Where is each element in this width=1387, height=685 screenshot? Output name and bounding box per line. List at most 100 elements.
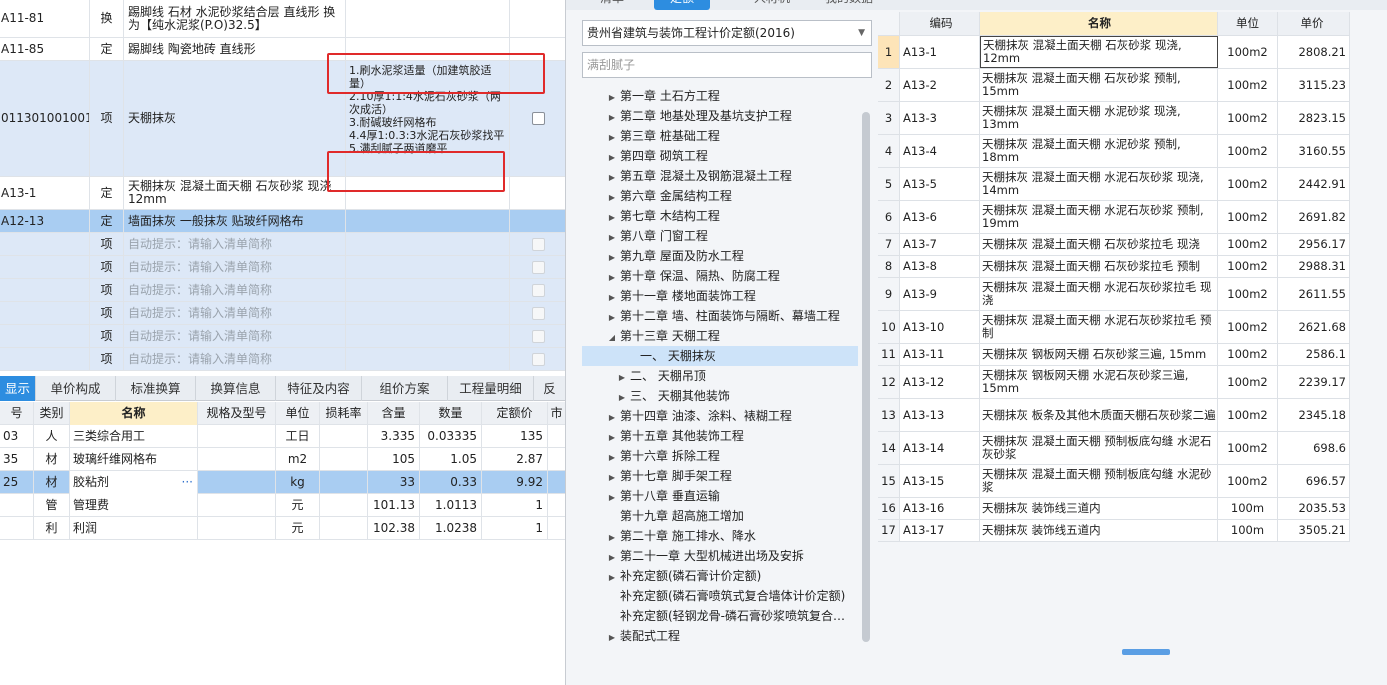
- expand-arrow-icon[interactable]: ▶: [614, 368, 630, 386]
- tree-item[interactable]: ▶ 第十一章 楼地面装饰工程: [582, 286, 858, 306]
- expand-arrow-icon[interactable]: ▶: [604, 628, 620, 646]
- panel-resize-handle[interactable]: [1122, 649, 1170, 655]
- resource-row[interactable]: 25 材胶粘剂 ··· kg 33 0.33 9.92: [0, 471, 565, 494]
- column-header-quantity[interactable]: 数量: [420, 402, 482, 425]
- column-header-price[interactable]: 定额价: [482, 402, 548, 425]
- column-header-unit[interactable]: 单位: [1218, 12, 1278, 35]
- detail-tab[interactable]: 工程量明细: [448, 376, 534, 401]
- column-header-name[interactable]: 名称: [980, 12, 1218, 35]
- tree-item[interactable]: ▶ 第三章 桩基础工程: [582, 126, 858, 146]
- bill-row[interactable]: 011301001001 项天棚抹灰 1.刷水泥浆适量（加建筑胶适量） 2.10厚1…: [0, 61, 565, 177]
- tree-item[interactable]: ▶ 第十七章 脚手架工程: [582, 466, 858, 486]
- resource-row[interactable]: 利利润 元 102.38 1.0238 1: [0, 517, 565, 540]
- bill-name[interactable]: 墙面抹灰 一般抹灰 贴玻纤网格布: [124, 210, 346, 232]
- tree-item[interactable]: ▶ 第二十章 施工排水、降水: [582, 526, 858, 546]
- bill-features[interactable]: [346, 233, 510, 255]
- tree-item[interactable]: ▶ 第十章 保温、隔热、防腐工程: [582, 266, 858, 286]
- expand-arrow-icon[interactable]: ▶: [604, 288, 620, 306]
- expand-arrow-icon[interactable]: ▶: [604, 88, 620, 106]
- bill-features[interactable]: [346, 38, 510, 60]
- bill-name[interactable]: 自动提示：请输入清单简称: [124, 302, 346, 324]
- expand-arrow-icon[interactable]: ▶: [604, 568, 620, 586]
- bill-row[interactable]: 项自动提示：请输入清单简称: [0, 256, 565, 279]
- bill-features[interactable]: [346, 325, 510, 347]
- expand-arrow-icon[interactable]: ▶: [604, 488, 620, 506]
- tree-scrollbar[interactable]: [860, 80, 872, 655]
- tree-item[interactable]: 补充定额(磷石膏喷筑式复合墙体计价定额): [582, 586, 858, 606]
- tree-item[interactable]: ▶ 第八章 门窗工程: [582, 226, 858, 246]
- bill-name[interactable]: 自动提示：请输入清单简称: [124, 256, 346, 278]
- bill-features[interactable]: [346, 256, 510, 278]
- bill-row[interactable]: A12-13 定墙面抹灰 一般抹灰 贴玻纤网格布: [0, 210, 565, 233]
- panel-tab[interactable]: 清单: [584, 0, 640, 10]
- bill-features[interactable]: [346, 0, 510, 37]
- quota-row[interactable]: 13 A13-13 天棚抹灰 板条及其他木质面天棚石灰砂浆二遍 100m2 2345.1…: [878, 399, 1350, 432]
- tree-item[interactable]: ▶ 第九章 屋面及防水工程: [582, 246, 858, 266]
- bill-name[interactable]: 自动提示：请输入清单简称: [124, 325, 346, 347]
- panel-tab[interactable]: 我的数据: [812, 0, 886, 10]
- bill-name[interactable]: 自动提示：请输入清单简称: [124, 348, 346, 370]
- quota-row[interactable]: 2 A13-2 天棚抹灰 混凝土面天棚 石灰砂浆 预制, 15mm 100m2 3115…: [878, 69, 1350, 102]
- quota-row[interactable]: 10 A13-10 天棚抹灰 混凝土面天棚 水泥石灰砂浆拉毛 预制 100m2 2621…: [878, 311, 1350, 344]
- tree-item[interactable]: ◢ 第十三章 天棚工程: [582, 326, 858, 346]
- expand-arrow-icon[interactable]: ▶: [604, 448, 620, 466]
- quota-row[interactable]: 9 A13-9 天棚抹灰 混凝土面天棚 水泥石灰砂浆拉毛 现浇 100m2 2611.5…: [878, 278, 1350, 311]
- checkbox[interactable]: [531, 306, 545, 320]
- tree-item[interactable]: ▶ 第七章 木结构工程: [582, 206, 858, 226]
- bill-row[interactable]: 项自动提示：请输入清单简称: [0, 279, 565, 302]
- tree-item[interactable]: ▶ 第十五章 其他装饰工程: [582, 426, 858, 446]
- panel-tab[interactable]: 人材机: [744, 0, 800, 10]
- detail-tab[interactable]: 标准换算: [116, 376, 196, 401]
- tree-item[interactable]: ▶ 补充定额(磷石膏计价定额): [582, 566, 858, 586]
- column-header-unit[interactable]: 单位: [276, 402, 320, 425]
- checkbox[interactable]: [531, 352, 545, 366]
- bill-name[interactable]: 天棚抹灰: [124, 61, 346, 176]
- expand-arrow-icon[interactable]: ▶: [604, 428, 620, 446]
- expand-arrow-icon[interactable]: ▶: [604, 408, 620, 426]
- quota-row[interactable]: 11 A13-11 天棚抹灰 钢板网天棚 石灰砂浆三遍, 15mm 100m2 2586…: [878, 344, 1350, 366]
- expand-arrow-icon[interactable]: ▶: [604, 208, 620, 226]
- checkbox[interactable]: [531, 112, 545, 125]
- tree-item[interactable]: ▶ 第一章 土石方工程: [582, 86, 858, 106]
- bill-features[interactable]: 1.刷水泥浆适量（加建筑胶适量） 2.10厚1:1:4水泥石灰砂浆（两次成活） …: [346, 61, 510, 176]
- column-header-category[interactable]: 类别: [34, 402, 70, 425]
- bill-name[interactable]: 自动提示：请输入清单简称: [124, 279, 346, 301]
- bill-features[interactable]: [346, 210, 510, 232]
- bill-row[interactable]: A11-81 换踢脚线 石材 水泥砂浆结合层 直线形 换为【纯水泥浆(P.O)32…: [0, 0, 565, 38]
- quota-row[interactable]: 12 A13-12 天棚抹灰 钢板网天棚 水泥石灰砂浆三遍, 15mm 100m2 22…: [878, 366, 1350, 399]
- expand-arrow-icon[interactable]: ▶: [604, 308, 620, 326]
- quota-row[interactable]: 8 A13-8 天棚抹灰 混凝土面天棚 石灰砂浆拉毛 预制 100m2 2988.31: [878, 256, 1350, 278]
- expand-arrow-icon[interactable]: ▶: [604, 468, 620, 486]
- expand-arrow-icon[interactable]: ▶: [614, 388, 630, 406]
- quota-row[interactable]: 16 A13-16 天棚抹灰 装饰线三道内 100m 2035.53: [878, 498, 1350, 520]
- column-header-price[interactable]: 单价: [1278, 12, 1350, 35]
- tree-item[interactable]: ▶ 装配式工程: [582, 626, 858, 646]
- tree-item[interactable]: 补充定额(轻钢龙骨-磷石膏砂浆喷筑复合…: [582, 606, 858, 626]
- resource-row[interactable]: 03 人三类综合用工 工日 3.335 0.03335 135: [0, 425, 565, 448]
- expand-arrow-icon[interactable]: ▶: [604, 528, 620, 546]
- bill-features[interactable]: [346, 348, 510, 370]
- column-header-loss[interactable]: 损耗率: [320, 402, 368, 425]
- bill-row[interactable]: 项自动提示：请输入清单简称: [0, 348, 565, 371]
- column-header-spec[interactable]: 规格及型号: [198, 402, 276, 425]
- expand-arrow-icon[interactable]: ▶: [604, 228, 620, 246]
- checkbox[interactable]: [531, 260, 545, 274]
- tree-item[interactable]: ▶ 第十八章 垂直运输: [582, 486, 858, 506]
- tree-scrollbar-thumb[interactable]: [862, 112, 870, 642]
- quota-library-dropdown[interactable]: 贵州省建筑与装饰工程计价定额(2016) ▼: [582, 20, 872, 46]
- detail-tab[interactable]: 特征及内容: [276, 376, 362, 401]
- expand-arrow-icon[interactable]: ▶: [604, 548, 620, 566]
- tree-item[interactable]: ▶ 第四章 砌筑工程: [582, 146, 858, 166]
- more-button[interactable]: ···: [182, 471, 193, 493]
- quota-row[interactable]: 15 A13-15 天棚抹灰 混凝土面天棚 预制板底勾缝 水泥砂浆 100m2 696.…: [878, 465, 1350, 498]
- checkbox[interactable]: [531, 329, 545, 343]
- bill-features[interactable]: [346, 302, 510, 324]
- bill-name[interactable]: 自动提示：请输入清单简称: [124, 233, 346, 255]
- expand-arrow-icon[interactable]: ▶: [604, 148, 620, 166]
- quota-row[interactable]: 4 A13-4 天棚抹灰 混凝土面天棚 水泥砂浆 预制, 18mm 100m2 3160…: [878, 135, 1350, 168]
- bill-row[interactable]: A11-85 定踢脚线 陶瓷地砖 直线形: [0, 38, 565, 61]
- collapse-arrow-icon[interactable]: ◢: [604, 328, 620, 346]
- column-header-extra[interactable]: 市: [548, 402, 565, 425]
- expand-arrow-icon[interactable]: ▶: [604, 128, 620, 146]
- quota-row[interactable]: 1 A13-1 天棚抹灰 混凝土面天棚 石灰砂浆 现浇, 12mm 100m2 2808…: [878, 36, 1350, 69]
